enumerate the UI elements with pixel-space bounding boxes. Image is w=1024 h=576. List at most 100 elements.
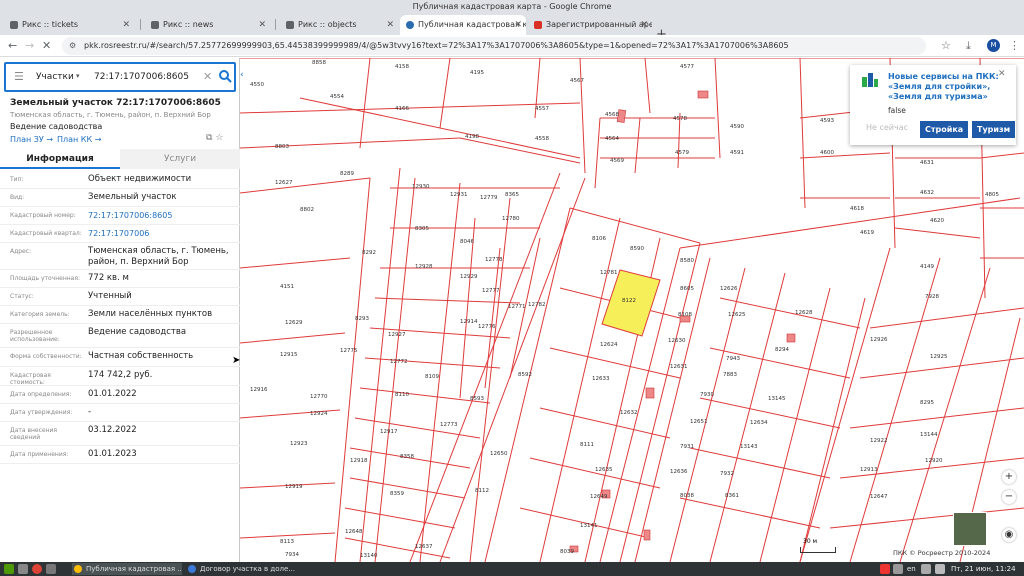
tab-objects[interactable]: Рикс :: objects ✕ (280, 15, 398, 35)
profile-avatar[interactable]: M (987, 39, 1000, 52)
parcel-number-label: 13140 (360, 553, 378, 559)
download-icon[interactable]: ⤓ (966, 39, 971, 53)
files-icon[interactable] (18, 564, 28, 574)
forward-icon[interactable]: → (25, 39, 34, 52)
bookmark-star-icon[interactable]: ☆ (941, 39, 951, 52)
address-field[interactable]: ⚙ pkk.rosreestr.ru/#/search/57.2577269999… (62, 37, 926, 55)
parcel-number-label: 13143 (740, 444, 758, 450)
parcel-number-label: 8112 (475, 488, 489, 494)
parcel-boundary (240, 102, 581, 114)
taskbar-app-document[interactable]: Договор участка в долe... (186, 563, 296, 575)
favicon-icon (10, 21, 18, 29)
back-icon[interactable]: ← (8, 39, 17, 52)
parcel-number-label: 4198 (465, 134, 479, 140)
parcel-boundary (344, 507, 456, 529)
parcel-number-label: 8108 (678, 312, 692, 318)
parcel-number-label: 12776 (478, 324, 496, 330)
parcel-number-label: 8593 (470, 396, 484, 402)
hamburger-icon[interactable]: ☰ (14, 70, 24, 83)
globe-icon (406, 21, 414, 29)
info-key: Тип: (10, 176, 24, 183)
info-value: Ведение садоводства (88, 327, 187, 337)
close-icon[interactable]: ✕ (386, 15, 394, 35)
info-row: Дата внесения сведений 03.12.2022 (0, 422, 240, 446)
chrome-icon[interactable] (32, 564, 42, 574)
parcel-number-label: 12635 (595, 467, 613, 473)
parcel-number-label: 8039 (560, 549, 574, 555)
info-value[interactable]: 72:17:1707006:8605 (88, 210, 236, 221)
parcel-number-label: 12630 (668, 338, 686, 344)
parcel-number-label: 12772 (390, 359, 408, 365)
zoom-out-icon[interactable]: − (1002, 490, 1016, 504)
construction-button[interactable]: Стройка (920, 121, 969, 138)
clear-icon[interactable]: ✕ (203, 70, 212, 83)
keyboard-layout[interactable]: en (907, 563, 916, 575)
close-icon[interactable]: ✕ (258, 15, 266, 35)
close-icon[interactable]: ✕ (998, 69, 1006, 79)
parcel-number-label: 13145 (768, 396, 786, 402)
tab-pkk[interactable]: Публичная кадастровая ка ✕ (400, 15, 526, 35)
close-icon[interactable]: ✕ (640, 15, 648, 35)
clock[interactable]: Пт, 21 июн, 11:24 (951, 563, 1016, 575)
parcel-number-label: 7943 (726, 356, 740, 362)
site-info-icon[interactable]: ⚙ (69, 37, 76, 55)
parcel-number-label: 4195 (470, 70, 484, 76)
tray-app-icon[interactable] (880, 564, 890, 574)
tab-tickets[interactable]: Рикс :: tickets ✕ (4, 15, 134, 35)
tab-news[interactable]: Рикс :: news ✕ (145, 15, 270, 35)
parcel-number-label: 7934 (285, 552, 299, 558)
network-icon[interactable] (921, 564, 931, 574)
taskbar-app-chrome[interactable]: Публичная кадастровая ... (72, 563, 182, 575)
basemap-switcher[interactable] (953, 512, 987, 546)
volume-icon[interactable] (893, 564, 903, 574)
search-box[interactable]: ☰ Участки ▾ 72:17:1707006:8605 ✕ (4, 62, 236, 92)
info-key: Статус: (10, 293, 34, 300)
parcel-use: Ведение садоводства (10, 122, 103, 131)
tourism-button[interactable]: Туризм (972, 121, 1016, 138)
search-input[interactable]: 72:17:1707006:8605 (94, 72, 189, 82)
close-icon[interactable]: ✕ (122, 15, 130, 35)
parcel-boundary (709, 272, 786, 562)
parcel-number-label: 4618 (850, 206, 864, 212)
reload-icon[interactable]: ✕ (42, 39, 51, 52)
favorite-star-icon[interactable]: ☆ (215, 133, 223, 143)
locate-icon[interactable]: ◉ (1002, 528, 1016, 542)
close-icon[interactable]: ✕ (514, 15, 522, 35)
menu-icon[interactable]: ⋮ (1009, 39, 1020, 52)
document-icon (188, 565, 196, 573)
parcel-number-label: 12919 (285, 484, 303, 490)
not-now-button[interactable]: Не сейчас (866, 123, 908, 132)
chevron-down-icon[interactable]: ▾ (76, 72, 80, 80)
parcel-panel: ☰ Участки ▾ 72:17:1707006:8605 ✕ Земельн… (0, 58, 240, 562)
parcel-number-label: 8365 (505, 192, 519, 198)
plan-zu-link[interactable]: План ЗУ → (10, 135, 53, 144)
parcel-number-label: 4632 (920, 190, 934, 196)
collapse-panel-icon[interactable]: ‹ (240, 70, 248, 84)
plan-kk-link[interactable]: План КК → (57, 135, 101, 144)
tab-gmail[interactable]: Зарегистрированный аре ✕ (528, 15, 652, 35)
info-key: Кадастровый номер: (10, 212, 76, 219)
parcel-boundary (419, 182, 461, 562)
search-type-select[interactable]: Участки (36, 72, 74, 82)
tab-services[interactable]: Услуги (120, 149, 240, 169)
parcel-number-label: 8294 (775, 347, 789, 353)
parcel-boundary (644, 58, 651, 114)
parcel-number-label: 4166 (395, 106, 409, 112)
mouse-cursor-icon: ➤ (232, 355, 241, 366)
tab-information[interactable]: Информация (0, 149, 120, 169)
info-key: Площадь уточненная: (10, 275, 80, 282)
info-value: 03.12.2022 (88, 425, 137, 435)
info-value[interactable]: 72:17:1707006 (88, 228, 236, 239)
copy-icon[interactable]: ⧉ (206, 133, 212, 143)
start-menu-icon[interactable] (4, 564, 14, 574)
parcel-number-label: 12923 (290, 441, 308, 447)
parcel-number-label: 12649 (590, 494, 608, 500)
parcel-number-label: 4158 (395, 64, 409, 70)
parcel-number-label: 8046 (460, 239, 474, 245)
zoom-in-icon[interactable]: + (1002, 470, 1016, 484)
parcel-number-label: 12634 (750, 420, 768, 426)
search-icon[interactable] (218, 69, 232, 83)
terminal-icon[interactable] (46, 564, 56, 574)
notifications-icon[interactable] (935, 564, 945, 574)
parcel-number-label: 7883 (723, 372, 737, 378)
